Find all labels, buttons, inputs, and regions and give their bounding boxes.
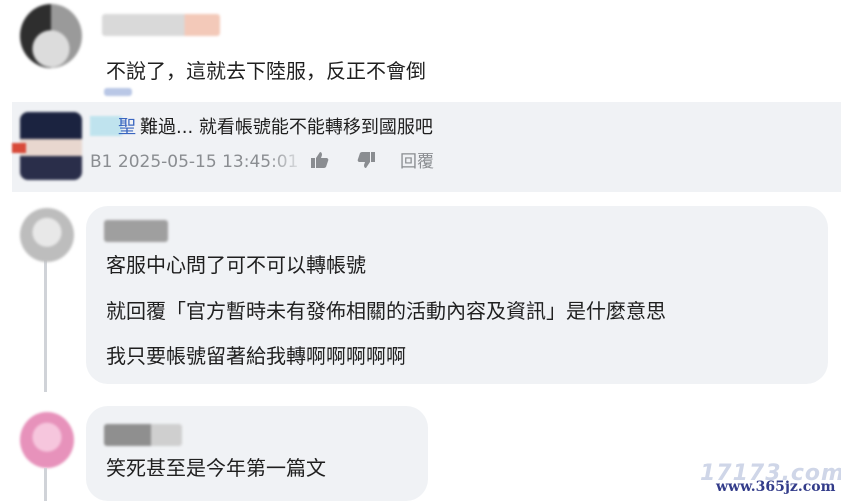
commenter-avatar[interactable] — [20, 208, 74, 262]
reply-button[interactable]: 回覆 — [400, 150, 434, 174]
reply-avatar[interactable] — [20, 112, 82, 180]
emoji-sticker — [104, 88, 132, 96]
thumbs-down-icon[interactable] — [356, 150, 376, 177]
thread-line — [44, 260, 47, 392]
commenter-name-censored[interactable] — [104, 220, 168, 242]
thread-line — [44, 468, 47, 501]
comment-bubble — [86, 406, 428, 501]
comment-line: 客服中心問了可不可以轉帳號 — [106, 253, 366, 277]
reply-author-name[interactable]: 聖 — [118, 116, 136, 140]
commenter-name-censored[interactable] — [104, 424, 182, 446]
comment-line: 就回覆「官方暫時未有發佈相關的活動內容及資訊」是什麼意思 — [106, 299, 666, 323]
reply-text: 難過... 就看帳號能不能轉移到國服吧 — [140, 117, 433, 138]
comment-text: 笑死甚至是今年第一篇文 — [106, 456, 326, 480]
commenter-avatar[interactable] — [20, 412, 74, 468]
thumbs-up-icon-svg — [311, 152, 329, 168]
watermark-url: www.365jz.com — [716, 479, 836, 495]
commenter-avatar[interactable] — [20, 4, 82, 68]
comment-text: 不說了，這就去下陸服，反正不會倒 — [106, 59, 426, 83]
meta-fade — [268, 150, 306, 174]
thumbs-down-icon-svg — [357, 152, 375, 168]
thumbs-up-icon[interactable] — [310, 150, 330, 177]
comment-line: 我只要帳號留著給我轉啊啊啊啊啊 — [106, 344, 406, 368]
commenter-name-censored[interactable] — [102, 14, 220, 36]
avatar-badge — [12, 143, 26, 153]
